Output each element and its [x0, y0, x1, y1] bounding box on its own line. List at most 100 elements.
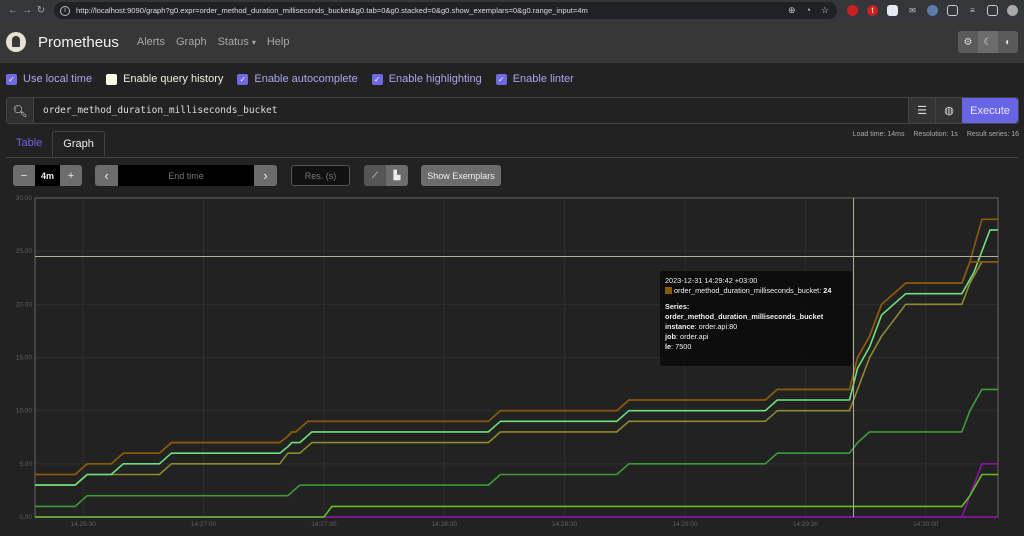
graph-plot[interactable]: 0.00 5.00 10.00 15.00 20.00 25.00 30.00 14:26:… — [0, 190, 1024, 536]
y-tick-label: 30.00 — [16, 195, 33, 202]
option-use-local-time[interactable]: ✓ Use local time — [6, 73, 92, 85]
nav-status[interactable]: Status ▾ — [218, 36, 256, 48]
option-enable-linter[interactable]: ✓ Enable linter — [495, 73, 574, 85]
x-axis: 14:26:30 14:27:00 14:27:30 14:28:00 14:28:30… — [70, 521, 938, 528]
browser-toolbar: ← → ↻ i http://localhost:9090/graph?g0.e… — [0, 0, 1024, 21]
extension-face-icon[interactable] — [927, 5, 938, 16]
address-bar[interactable]: i http://localhost:9090/graph?g0.expr=or… — [54, 2, 837, 19]
y-tick-label: 10.00 — [16, 408, 33, 415]
execute-button[interactable]: Execute — [962, 98, 1018, 123]
decrease-range-button[interactable]: − — [13, 165, 35, 186]
y-tick-label: 0.00 — [19, 514, 32, 521]
x-tick-label: 14:29:00 — [672, 521, 698, 528]
tooltip-time: 2023-12-31 14:29:42 +03:00 — [665, 276, 758, 285]
format-expression-icon[interactable]: ☰ — [908, 98, 935, 123]
series-color-swatch — [665, 287, 672, 294]
prometheus-logo-icon[interactable] — [6, 32, 26, 52]
tooltip-label-instance: instance: order.api:80 — [665, 322, 738, 331]
stacked-chart-icon[interactable]: ▙ — [386, 165, 408, 186]
option-enable-highlighting[interactable]: ✓ Enable highlighting — [371, 73, 482, 85]
expression-bar: 🔍︎ order_method_duration_milliseconds_bu… — [6, 97, 1019, 124]
tab-divider — [6, 157, 1018, 158]
extension-shield-icon[interactable] — [887, 5, 898, 16]
end-time-input[interactable]: End time — [118, 165, 254, 186]
x-tick-label: 14:30:00 — [913, 521, 939, 528]
panel-tabs: Table Graph — [6, 131, 105, 156]
bookmark-star-icon[interactable]: ☆ — [821, 5, 829, 16]
checkbox-checked-icon[interactable]: ✓ — [495, 73, 507, 85]
extensions-puzzle-icon[interactable] — [947, 5, 958, 16]
expression-input[interactable]: order_method_duration_milliseconds_bucke… — [34, 98, 908, 123]
metrics-explorer-icon[interactable]: ◍ — [935, 98, 962, 123]
x-tick-label: 14:28:30 — [552, 521, 578, 528]
y-tick-label: 15.00 — [16, 355, 33, 362]
tooltip-series-heading: Series: — [665, 302, 690, 311]
x-tick-label: 14:27:30 — [311, 521, 337, 528]
profile-avatar[interactable] — [1007, 5, 1018, 16]
tooltip-label-le: le: 7500 — [665, 342, 692, 351]
sidebar-icon[interactable] — [987, 5, 998, 16]
extension-t-icon[interactable]: t — [867, 5, 878, 16]
url-text[interactable]: http://localhost:9090/graph?g0.expr=orde… — [76, 6, 788, 15]
theme-light-gear-icon[interactable]: ⚙ — [958, 31, 978, 53]
tooltip-metric: order_method_duration_milliseconds_bucke… — [665, 312, 824, 321]
x-tick-label: 14:28:00 — [432, 521, 458, 528]
tab-table[interactable]: Table — [6, 131, 52, 156]
performance-icon[interactable]: ◔ — [805, 5, 810, 16]
next-time-button[interactable]: › — [254, 165, 277, 186]
y-tick-label: 5.00 — [19, 461, 32, 468]
zoom-icon[interactable]: ⊕ — [788, 5, 796, 16]
theme-dark-moon-icon[interactable]: ☾ — [978, 31, 998, 53]
option-label: Enable linter — [512, 73, 574, 85]
tooltip-series-label: order_method_duration_milliseconds_bucke… — [674, 286, 822, 295]
y-axis: 0.00 5.00 10.00 15.00 20.00 25.00 30.00 — [16, 195, 33, 521]
brand-title[interactable]: Prometheus — [38, 34, 119, 51]
chevron-down-icon: ▾ — [251, 38, 256, 47]
mail-icon[interactable]: ✉ — [907, 5, 918, 16]
y-tick-label: 20.00 — [16, 301, 33, 308]
x-tick-label: 14:29:30 — [793, 521, 819, 528]
resolution: Resolution: 1s — [913, 131, 958, 138]
option-label: Enable highlighting — [388, 73, 482, 85]
theme-switcher: ⚙ ☾ ◐ — [958, 31, 1018, 53]
checkbox-checked-icon[interactable]: ✓ — [237, 73, 249, 85]
option-enable-autocomplete[interactable]: ✓ Enable autocomplete — [237, 73, 358, 85]
nav-help[interactable]: Help — [267, 36, 290, 48]
line-chart-icon[interactable]: ⟋ — [364, 165, 386, 186]
option-label: Enable autocomplete — [254, 73, 358, 85]
tab-graph[interactable]: Graph — [52, 131, 105, 156]
option-label: Enable query history — [123, 73, 224, 85]
tooltip-series-value: order_method_duration_milliseconds_bucke… — [665, 286, 847, 296]
query-stats: Load time: 14ms Resolution: 1s Result se… — [853, 131, 1019, 138]
query-options: ✓ Use local time Enable query history ✓ En… — [0, 63, 1024, 95]
graph-controls: − 4m + ‹ End time › Res. (s) ⟋ ▙ Show Ex… — [13, 165, 501, 186]
search-icon: 🔍︎ — [7, 98, 34, 123]
range-input[interactable]: 4m — [35, 165, 60, 186]
site-info-icon[interactable]: i — [60, 5, 70, 16]
x-tick-label: 14:27:00 — [191, 521, 217, 528]
tooltip-label-job: job: order.api — [665, 332, 709, 341]
increase-range-button[interactable]: + — [60, 165, 82, 186]
checkbox-checked-icon[interactable]: ✓ — [371, 73, 383, 85]
resolution-input[interactable]: Res. (s) — [291, 165, 350, 186]
forward-icon[interactable]: → — [20, 5, 34, 16]
nav-alerts[interactable]: Alerts — [137, 36, 165, 48]
hover-tooltip: 2023-12-31 14:29:42 +03:00 order_method_… — [660, 271, 852, 366]
reload-icon[interactable]: ↻ — [34, 5, 48, 16]
extensions-bar: t ✉ ≡ — [847, 5, 1018, 16]
navbar: Prometheus Alerts Graph Status ▾ Help — [0, 21, 1024, 63]
extension-icon[interactable] — [847, 5, 858, 16]
back-icon[interactable]: ← — [6, 5, 20, 16]
show-exemplars-button[interactable]: Show Exemplars — [421, 165, 501, 186]
nav-status-label: Status — [217, 36, 249, 48]
result-series: Result series: 16 — [966, 131, 1019, 138]
load-time: Load time: 14ms — [852, 131, 905, 138]
tooltip-value: 24 — [823, 286, 832, 295]
previous-time-button[interactable]: ‹ — [95, 165, 118, 186]
theme-auto-contrast-icon[interactable]: ◐ — [998, 31, 1018, 53]
media-icon[interactable]: ≡ — [967, 5, 978, 16]
nav-graph[interactable]: Graph — [176, 36, 207, 48]
option-enable-query-history[interactable]: Enable query history — [106, 73, 223, 85]
checkbox-checked-icon[interactable]: ✓ — [6, 73, 17, 85]
checkbox-unchecked-icon[interactable] — [106, 73, 118, 85]
